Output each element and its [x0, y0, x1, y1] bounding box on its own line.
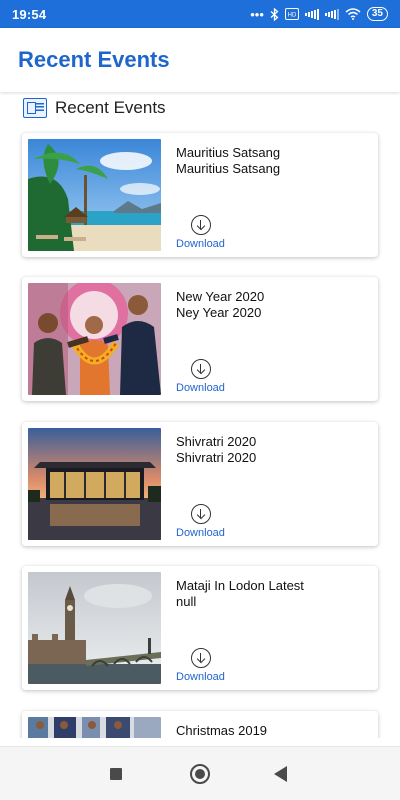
download-icon[interactable] [191, 215, 211, 235]
event-subtitle: Shivratri 2020 [176, 450, 257, 465]
event-card[interactable]: Mataji In Lodon Latest null Download [22, 566, 378, 690]
event-title: Christmas 2019 [176, 723, 268, 738]
page-title: Recent Events [18, 47, 170, 72]
back-triangle-icon[interactable] [274, 766, 287, 782]
event-subtitle: Mauritius Satsang [176, 161, 281, 176]
newspaper-icon [23, 98, 47, 118]
status-bar: 19:54 ••• HD 35 [0, 0, 400, 28]
battery-icon: 35 [366, 7, 388, 21]
download-icon[interactable] [191, 359, 211, 379]
event-card[interactable]: Mauritius Satsang Mauritius Satsang Down… [22, 133, 378, 257]
wifi-icon [345, 8, 361, 20]
download-button[interactable]: Download [176, 527, 225, 539]
event-title: New Year 2020 [176, 289, 265, 304]
download-icon[interactable] [191, 504, 211, 524]
volte-icon: HD [284, 8, 299, 20]
download-button[interactable]: Download [176, 671, 225, 683]
event-title: Mataji In Lodon Latest [176, 578, 304, 593]
signal-icon [304, 8, 319, 20]
app-bar: Recent Events [0, 28, 400, 92]
signal-icon [324, 8, 339, 20]
events-list[interactable]: Mauritius Satsang Mauritius Satsang Down… [0, 126, 400, 738]
event-subtitle: Ney Year 2020 [176, 305, 262, 320]
status-time: 19:54 [12, 6, 47, 22]
event-card[interactable]: Shivratri 2020 Shivratri 2020 Download [22, 422, 378, 546]
status-icons: ••• HD 35 [250, 7, 388, 22]
pavilion-sunset-photo [28, 428, 161, 540]
garland-ceremony-photo [28, 283, 161, 395]
download-button[interactable]: Download [176, 382, 225, 394]
recents-square-icon[interactable] [110, 768, 122, 780]
group-photo [28, 717, 161, 738]
navigation-bar [0, 746, 400, 800]
bluetooth-icon [270, 7, 279, 21]
london-skyline-photo [28, 572, 161, 684]
event-title: Mauritius Satsang [176, 145, 281, 160]
section-title: Recent Events [55, 98, 166, 117]
more-dots-icon: ••• [250, 6, 264, 22]
svg-text:HD: HD [288, 13, 297, 19]
event-card[interactable]: Christmas 2019 [22, 711, 378, 738]
download-button[interactable]: Download [176, 238, 225, 250]
event-card[interactable]: New Year 2020 Ney Year 2020 Download [22, 277, 378, 401]
event-title: Shivratri 2020 [176, 434, 257, 449]
home-circle-icon[interactable] [190, 764, 210, 784]
event-subtitle: null [176, 594, 197, 609]
section-header: Recent Events [23, 96, 166, 120]
download-icon[interactable] [191, 648, 211, 668]
beach-resort-photo [28, 139, 161, 251]
